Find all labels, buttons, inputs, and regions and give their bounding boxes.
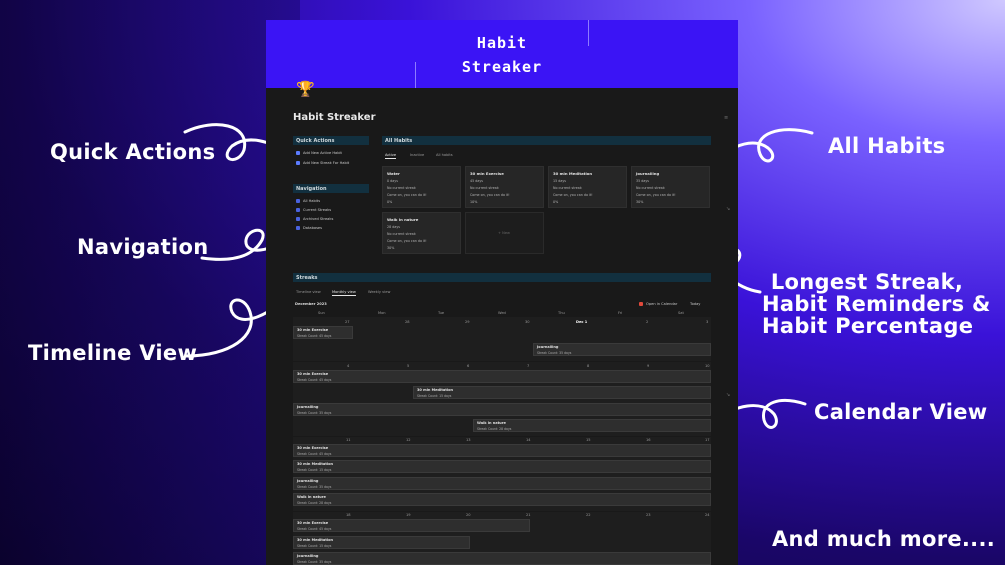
calendar-icon (639, 302, 643, 306)
archive-icon (296, 217, 300, 221)
plus-icon (296, 151, 300, 155)
streak-event[interactable]: 30 min Meditation Streak Count: 15 days (413, 386, 711, 399)
cover-title: Habit Streaker (461, 34, 543, 76)
streak-event[interactable]: 30 min Exercise Streak Count: 45 days (293, 326, 353, 339)
habit-card[interactable]: Water 0 days No current streak Come on, … (382, 166, 461, 208)
navigation-heading: Navigation (293, 184, 369, 193)
streak-event[interactable]: Walk in nature Streak Count: 28 days (473, 419, 711, 432)
today-button[interactable]: Today (690, 302, 700, 306)
expand-icon[interactable]: ↘ (726, 392, 730, 398)
streaks-heading: Streaks (293, 273, 711, 282)
tab-weekly-view[interactable]: Weekly view (368, 290, 390, 294)
habit-card[interactable]: 30 min Meditation 15 days No current str… (548, 166, 627, 208)
tab-monthly-view[interactable]: Monthly view (332, 290, 356, 296)
habit-card[interactable]: 30 min Exercise 45 days No current strea… (465, 166, 544, 208)
add-active-habit-button[interactable]: Add New Active Habit (296, 151, 342, 155)
streak-event[interactable]: 30 min Exercise Streak Count: 45 days (293, 444, 711, 457)
new-habit-card[interactable]: + New (465, 212, 544, 254)
tab-timeline-view[interactable]: Timeline view (296, 290, 321, 294)
streak-event[interactable]: 30 min Exercise Streak Count: 45 days (293, 370, 711, 383)
expand-icon[interactable]: ↘ (726, 206, 730, 212)
calendar-month: December 2023 (295, 302, 327, 306)
streak-event[interactable]: Journalling Streak Count: 35 days (293, 477, 711, 490)
flame-icon (296, 208, 300, 212)
quick-actions-heading: Quick Actions (293, 136, 369, 145)
tab-all-habits[interactable]: All habits (436, 153, 453, 157)
notion-page: Habit Streaker 🏆 Habit Streaker Quick Ac… (266, 20, 738, 565)
page-title: Habit Streaker (293, 112, 376, 123)
nav-databases[interactable]: Databases (296, 226, 322, 230)
streak-event[interactable]: 30 min Meditation Streak Count: 15 days (293, 536, 470, 549)
list-icon (296, 199, 300, 203)
streak-event[interactable]: Walk in nature Streak Count: 28 days (293, 493, 711, 506)
streak-event[interactable]: 30 min Meditation Streak Count: 15 days (293, 460, 711, 473)
tab-active[interactable]: Active (385, 153, 397, 159)
database-icon (296, 226, 300, 230)
habit-card[interactable]: Journalling 35 days No current streak Co… (631, 166, 710, 208)
streak-event[interactable]: 30 min Exercise Streak Count: 45 days (293, 519, 530, 532)
trophy-icon: 🏆 (296, 80, 315, 98)
nav-all-habits[interactable]: All Habits (296, 199, 320, 203)
open-in-calendar-button[interactable]: Open in Calendar (639, 302, 677, 306)
nav-archived-streaks[interactable]: Archived Streaks (296, 217, 333, 221)
plus-icon (296, 161, 300, 165)
habit-card[interactable]: Walk in nature 28 days No current streak… (382, 212, 461, 254)
streak-event[interactable]: Journalling Streak Count: 35 days (293, 403, 711, 416)
nav-current-streaks[interactable]: Current Streaks (296, 208, 331, 212)
add-streak-button[interactable]: Add New Streak For Habit (296, 161, 349, 165)
page-cover: Habit Streaker (266, 20, 738, 88)
streak-event[interactable]: Journalling Streak Count: 35 days (293, 552, 711, 565)
tab-inactive[interactable]: Inactive (410, 153, 424, 157)
outline-handle[interactable]: ≡ (724, 115, 728, 121)
all-habits-heading: All Habits (382, 136, 711, 145)
streak-event[interactable]: Journalling Streak Count: 35 days (533, 343, 711, 356)
